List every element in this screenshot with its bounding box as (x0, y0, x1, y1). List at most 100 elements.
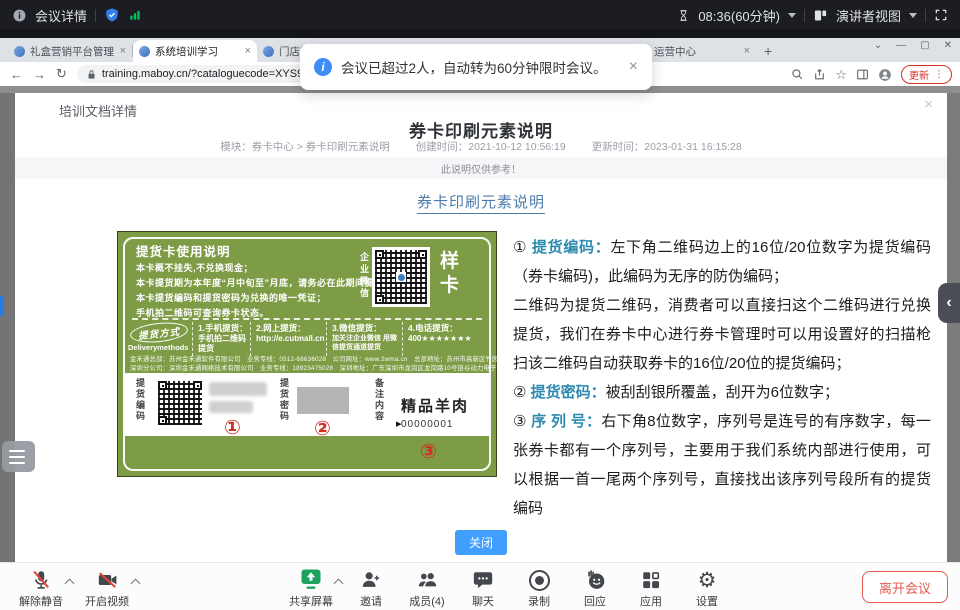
side-panel-icon[interactable] (856, 68, 869, 81)
paragraph-serial: ③ 序 列 号：右下角8位数字，序列号是连号的有序数字，每一张券卡都有一个序列号… (513, 407, 931, 523)
chat-button[interactable]: 聊天 (455, 568, 511, 609)
zoom-icon[interactable] (791, 68, 804, 81)
window-minimize-icon[interactable]: — (896, 40, 906, 51)
share-screen-icon (299, 567, 323, 591)
card-usage-line: 本卡概不挂失,不兑换现金； (136, 261, 253, 274)
pickup-code-label: 提货编码 (134, 378, 147, 422)
card-wechat-label: 企业微信 (358, 252, 371, 300)
browser-update-button[interactable]: 更新⋮ (901, 65, 952, 84)
members-button[interactable]: 成员(4) (399, 568, 455, 609)
doc-meta: 模块：券卡中心 > 券卡印刷元素说明 创建时间：2021-10-12 10:56… (15, 139, 947, 154)
right-dimmed-strip (947, 93, 960, 562)
info-toast-icon: i (314, 58, 332, 76)
sidebar-dimmed (0, 93, 15, 562)
toast-message: 会议已超过2人，自动转为60分钟限时会议。 (341, 57, 607, 77)
chat-icon (472, 569, 494, 591)
card-sample-label: 样卡 (440, 250, 464, 298)
gear-icon: ⚙ (698, 569, 717, 591)
divider (925, 9, 926, 22)
forward-icon[interactable]: → (33, 67, 46, 82)
doc-meta-updated: 更新时间：2023-01-31 16:15:28 (592, 139, 742, 154)
bookmark-star-icon[interactable]: ☆ (835, 67, 847, 83)
fullscreen-icon[interactable] (934, 8, 948, 22)
browser-window-strip (0, 30, 960, 38)
start-video-button[interactable]: 开启视频 (74, 568, 140, 609)
apps-grid-icon (640, 569, 662, 591)
delivery-method: 1.手机提货：手机拍二维码提货 (192, 322, 250, 356)
scratch-panel (297, 387, 349, 414)
profile-avatar-icon[interactable] (878, 68, 892, 82)
site-favicon (263, 46, 274, 57)
info-icon[interactable] (12, 8, 27, 23)
reaction-button[interactable]: 回应 (567, 568, 623, 609)
back-icon[interactable]: ← (10, 67, 23, 82)
mic-off-icon (30, 569, 52, 591)
sidebar-active-indicator (0, 296, 4, 316)
view-mode-label[interactable]: 演讲者视图 (836, 6, 901, 25)
browser-tab-active[interactable]: 系统培训学习× (133, 40, 257, 62)
site-favicon (14, 46, 25, 57)
delivery-method-stamp: 提货方式 Deliverymethods (128, 322, 192, 356)
paragraph-pickup-code: ① 提货编码：左下角二维码边上的16位/20位数字为提货编码（券卡编码)，此编码… (513, 233, 931, 291)
delivery-method: 2.网上提货：http://e.cutmall.cn (250, 322, 326, 356)
meeting-top-bar: 会议详情 08:36(60分钟) 演讲者视图 (0, 0, 960, 30)
timer-dropdown-icon[interactable] (788, 13, 796, 18)
doc-section-heading[interactable]: 券卡印刷元素说明 (15, 191, 947, 212)
card-code-strip: 提货编码 提货密码 备注内容 精品羊肉 ▸ 00000001 (125, 373, 489, 436)
toast-close-icon[interactable]: × (629, 58, 638, 76)
reload-icon[interactable]: ↻ (56, 66, 67, 82)
window-close-icon[interactable]: ✕ (944, 40, 952, 51)
mark-1: ① (224, 418, 241, 438)
site-favicon (139, 46, 150, 57)
remark-label: 备注内容 (373, 378, 386, 422)
mark-3: ③ (420, 442, 437, 462)
chevron-left-icon: ‹ (946, 294, 951, 312)
settings-button[interactable]: ⚙ 设置 (679, 568, 735, 609)
blurred-pickup-code (209, 382, 269, 420)
share-options-caret[interactable] (334, 579, 344, 589)
card-delivery-methods: 提货方式 Deliverymethods 1.手机提货：手机拍二维码提货 2.网… (128, 322, 486, 356)
modal-close-icon[interactable]: × (924, 96, 933, 113)
browser-tab[interactable]: 礼盒营销平台管理中心 × (8, 40, 132, 62)
tab-close-icon[interactable]: × (245, 45, 251, 57)
doc-close-button[interactable]: 关闭 (455, 530, 507, 555)
video-options-caret[interactable] (131, 579, 141, 589)
screen: 会议详情 08:36(60分钟) 演讲者视图 礼盒营销平台管理中心 × 系统培训学… (0, 0, 960, 610)
tab-close-icon[interactable]: × (744, 45, 750, 57)
wechat-qr-code (372, 247, 430, 307)
view-dropdown-icon[interactable] (909, 13, 917, 18)
video-panel-collapse-button[interactable]: ‹ (938, 283, 960, 323)
pickup-qr-code (156, 379, 204, 427)
card-usage-line: 本卡提货期为本年度“月中旬至”月底，请务必在此期间提货； (136, 276, 393, 289)
tab-close-icon[interactable]: × (120, 45, 126, 57)
browser-menu-chevron-icon[interactable]: ⌄ (874, 40, 882, 51)
invite-button[interactable]: 邀请 (343, 568, 399, 609)
delivery-method: 4.电话提货：400★★★★★★★ (402, 322, 474, 356)
record-button[interactable]: 录制 (511, 568, 567, 609)
share-page-icon[interactable] (813, 68, 826, 81)
network-signal-icon[interactable] (128, 8, 142, 22)
meeting-toast: i 会议已超过2人，自动转为60分钟限时会议。 × (300, 44, 652, 90)
outline-list-button[interactable] (2, 441, 35, 472)
invite-icon (360, 569, 382, 591)
hourglass-icon (677, 9, 690, 22)
tab-label: 礼盒营销平台管理中心 (30, 44, 115, 59)
apps-button[interactable]: 应用 (623, 568, 679, 609)
doc-meta-module: 模块：券卡中心 > 券卡印刷元素说明 (220, 139, 389, 154)
mic-options-caret[interactable] (65, 579, 75, 589)
unmute-button[interactable]: 解除静音 (8, 568, 74, 609)
security-shield-icon[interactable] (104, 7, 120, 23)
new-tab-button[interactable]: + (764, 43, 772, 59)
layout-view-icon[interactable] (813, 8, 828, 23)
product-name: 精品羊肉 (401, 395, 469, 416)
window-restore-icon[interactable]: ▢ (920, 40, 929, 51)
training-doc-modal: 培训文档详情 × 券卡印刷元素说明 模块：券卡中心 > 券卡印刷元素说明 创建时… (15, 93, 947, 562)
delivery-method: 3.微信提货：加关注企业微信 用微信提货通道提货 (326, 322, 402, 356)
leave-meeting-button[interactable]: 离开会议 (862, 571, 948, 603)
paragraph-qr-note: 二维码为提货二维码，消费者可以直接扫这个二维码进行兑换提货，我们在券卡中心进行券… (513, 291, 931, 378)
paragraph-password: ② 提货密码：被刮刮银所覆盖，刮开为6位数字； (513, 378, 931, 407)
doc-notice-band: 此说明仅供参考！ (15, 157, 947, 179)
meeting-details-label[interactable]: 会议详情 (35, 6, 87, 25)
doc-meta-created: 创建时间：2021-10-12 10:56:19 (416, 139, 566, 154)
share-screen-button[interactable]: 共享屏幕 (279, 568, 343, 609)
